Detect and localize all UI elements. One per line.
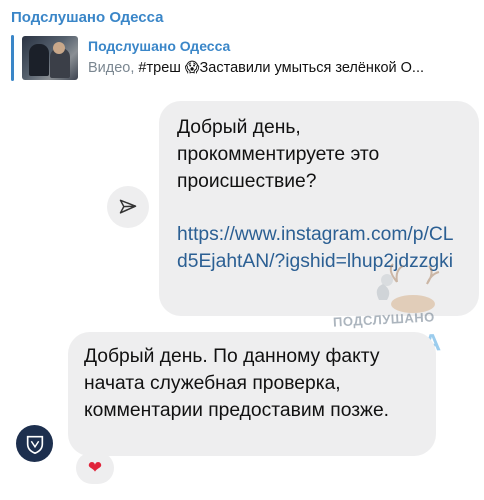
heart-reaction[interactable]: ❤	[76, 452, 114, 484]
reply-author: Подслушано Одесса	[88, 38, 231, 54]
scream-emoji: 😱	[184, 60, 200, 76]
reply-text: Заставили умыться зелёнкой О...	[199, 60, 425, 76]
sender-avatar[interactable]	[16, 425, 53, 462]
reply-video-thumbnail[interactable]	[22, 36, 78, 80]
incoming-message-bubble[interactable]: Добрый день. По данному факту начата слу…	[68, 332, 436, 456]
reply-media-type: Видео,	[88, 60, 139, 76]
share-button[interactable]	[107, 186, 149, 228]
reply-preview[interactable]: Подслушано Одесса Видео, #треш 😱Заставил…	[11, 35, 476, 81]
incoming-message-text: Добрый день. По данному факту начата слу…	[84, 346, 390, 421]
outgoing-message-bubble[interactable]: Добрый день, прокомментируете это происш…	[159, 101, 479, 316]
instagram-link[interactable]: https://www.instagram.com/p/CLd5EjahtAN/…	[177, 221, 461, 275]
thumbnail-figure	[29, 44, 49, 76]
send-icon	[119, 199, 137, 214]
reply-snippet: Видео, #треш 😱Заставили умыться зелёнкой…	[88, 60, 480, 76]
heart-icon: ❤	[87, 458, 103, 478]
outgoing-message-text: Добрый день, прокомментируете это происш…	[177, 117, 380, 192]
reply-hashtag[interactable]: #треш	[138, 60, 180, 76]
reply-accent-bar	[11, 35, 14, 81]
thumbnail-face	[53, 42, 65, 54]
police-badge-icon	[26, 435, 43, 454]
channel-title[interactable]: Подслушано Одесса	[11, 9, 164, 26]
